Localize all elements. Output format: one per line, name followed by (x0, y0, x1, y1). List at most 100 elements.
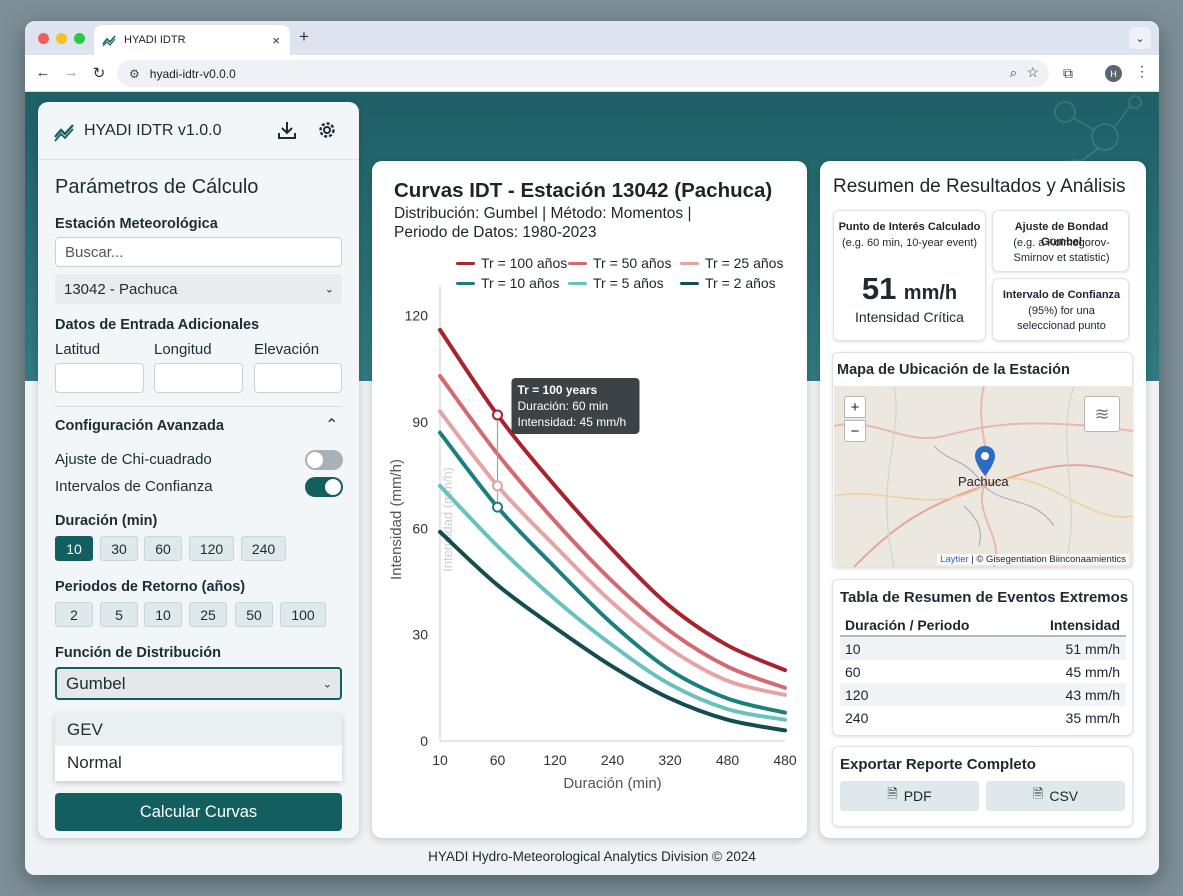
return-period-chip-25[interactable]: 25 (189, 602, 227, 627)
lat-input[interactable] (55, 363, 144, 393)
results-panel: Resumen de Resultados y Análisis Punto d… (820, 161, 1146, 838)
chevron-up-icon[interactable]: ⌃ (325, 415, 338, 435)
lon-label: Longitud (154, 341, 212, 358)
tab-search-chevron-icon[interactable]: ⌄ (1129, 27, 1151, 49)
return-period-chip-5[interactable]: 5 (100, 602, 138, 627)
toggle-knob (325, 479, 341, 495)
dropdown-option-gev[interactable]: GEV (55, 713, 342, 746)
zoom-in-button[interactable]: + (844, 396, 866, 418)
bookmark-star-icon[interactable]: ☆ (1026, 64, 1039, 81)
tooltip-title: Tr = 100 years (518, 383, 598, 397)
reload-icon[interactable]: ↻ (90, 64, 108, 82)
ci-subtitle: (95%) for una seleccionad punto (1017, 305, 1106, 332)
distribution-value: Gumbel (66, 673, 126, 693)
elev-input[interactable] (254, 363, 342, 393)
forward-arrow-icon[interactable]: → (62, 64, 80, 81)
download-icon[interactable] (276, 119, 298, 141)
station-search-input[interactable]: Buscar... (55, 237, 342, 267)
y-tick-label: 0 (420, 733, 428, 749)
profile-avatar[interactable]: H (1105, 65, 1122, 82)
idf-chart-plot[interactable]: 0 30 60 90 120 10 60 120 240 320 480 480 Duración (m… (372, 278, 807, 838)
browser-tab[interactable]: HYADI IDTR × (94, 25, 290, 55)
return-period-chip-50[interactable]: 50 (235, 602, 273, 627)
data-point-marker[interactable] (492, 501, 503, 513)
poi-title: Punto de Interés Calculado (838, 221, 981, 233)
gumbel-fit-card: Ajuste de Bondad Gumbel (e.g. a Kolmogor… (992, 210, 1129, 272)
back-arrow-icon[interactable]: ← (34, 64, 52, 81)
layers-icon[interactable]: ≋ (1084, 396, 1120, 432)
data-point-marker[interactable] (492, 480, 503, 492)
minimize-window-dot[interactable] (56, 33, 67, 44)
station-map[interactable]: + − ≋ Pachuca Laytier | © Gisegentiation… (834, 386, 1133, 567)
location-pin-icon[interactable] (974, 445, 996, 477)
export-csv-button[interactable]: 🗎 CSV (986, 781, 1125, 811)
tooltip-line: Duración: 60 min (518, 399, 609, 413)
confidence-intervals-toggle[interactable] (305, 477, 343, 497)
export-title: Exportar Reporte Completo (840, 756, 1036, 773)
site-info-icon[interactable]: ⚙ (129, 67, 140, 81)
chart-subtitle-line1: Distribución: Gumbel | Método: Momentos … (394, 205, 692, 222)
legend-swatch (680, 261, 699, 265)
duration-label: Duración (min) (55, 513, 158, 529)
toggle-knob (307, 452, 323, 468)
table-header-duration: Duración / Periodo (845, 616, 970, 633)
url-text: hyadi-idtr-v0.0.0 (149, 66, 236, 81)
export-pdf-button[interactable]: 🗎 PDF (840, 781, 979, 811)
x-tick-label: 120 (543, 752, 567, 768)
new-tab-icon[interactable]: + (299, 27, 309, 47)
duration-chip-10[interactable]: 10 (55, 536, 93, 561)
station-label: Estación Meteorológica (55, 216, 218, 232)
address-bar[interactable]: ⚙ hyadi-idtr-v0.0.0 ⌕ ☆ (117, 60, 1049, 87)
maximize-window-dot[interactable] (74, 33, 85, 44)
zoom-out-button[interactable]: − (844, 420, 866, 442)
return-period-chip-10[interactable]: 10 (144, 602, 182, 627)
x-tick-label: 10 (432, 752, 448, 768)
settings-gear-icon[interactable] (316, 119, 338, 141)
lon-input[interactable] (154, 363, 243, 393)
map-attribution-link[interactable]: Laytier (940, 554, 969, 565)
x-tick-label: 480 (773, 752, 797, 768)
table-cell: 10 (845, 640, 861, 657)
dropdown-option-normal[interactable]: Normal (55, 746, 342, 779)
legend-swatch (456, 261, 475, 265)
legend-item[interactable]: Tr = 50 años (568, 255, 671, 271)
station-select[interactable]: 13042 - Pachuca ⌄ (55, 274, 342, 304)
duration-chip-240[interactable]: 240 (241, 536, 286, 561)
distribution-select[interactable]: Gumbel ⌄ (55, 667, 342, 700)
series-line[interactable] (438, 409, 787, 697)
map-attribution-text: | © Gisegentiation Biinconaamientics (971, 554, 1126, 565)
ci-title: Intervalo de Confianza (1002, 289, 1121, 301)
extensions-icon[interactable]: ⧉ (1063, 65, 1073, 82)
y-axis-label: Intensidad (mm/h) (388, 459, 405, 580)
return-period-chip-2[interactable]: 2 (55, 602, 93, 627)
poi-value: 51 (861, 271, 897, 306)
advanced-config-label[interactable]: Configuración Avanzada (55, 418, 224, 434)
chi-square-toggle[interactable] (305, 450, 343, 470)
x-tick-label: 480 (716, 752, 740, 768)
table-cell: 60 (845, 663, 861, 680)
calculate-button[interactable]: Calcular Curvas (55, 793, 342, 831)
app-title: HYADI IDTR v1.0.0 (84, 121, 222, 139)
legend-item[interactable]: Tr = 100 años (456, 255, 567, 271)
browser-menu-icon[interactable]: ⋮ (1135, 63, 1149, 80)
x-tick-label: 320 (658, 752, 682, 768)
table-row: 240 35 mm/h (840, 706, 1126, 729)
y-tick-label: 90 (412, 414, 428, 430)
return-period-label: Periodos de Retorno (años) (55, 579, 246, 595)
return-period-chip-100[interactable]: 100 (280, 602, 326, 627)
legend-item[interactable]: Tr = 25 años (680, 255, 783, 271)
close-window-dot[interactable] (38, 33, 49, 44)
data-point-marker[interactable] (492, 409, 503, 421)
idf-chart-card: Curvas IDT - Estación 13042 (Pachuca) Di… (372, 161, 807, 838)
duration-chip-30[interactable]: 30 (100, 536, 138, 561)
duration-chip-120[interactable]: 120 (189, 536, 234, 561)
tab-close-icon[interactable]: × (272, 33, 280, 48)
confidence-interval-card: Intervalo de Confianza (95%) for una sel… (992, 278, 1129, 341)
chart-title: Curvas IDT - Estación 13042 (Pachuca) (394, 179, 773, 202)
chevron-down-icon: ⌄ (322, 678, 332, 690)
zoom-icon[interactable]: ⌕ (1010, 65, 1017, 81)
table-cell: 43 mm/h (1065, 686, 1120, 703)
table-header-intensity: Intensidad (1049, 616, 1120, 633)
distribution-dropdown: GEV Normal (55, 713, 342, 781)
duration-chip-60[interactable]: 60 (144, 536, 182, 561)
